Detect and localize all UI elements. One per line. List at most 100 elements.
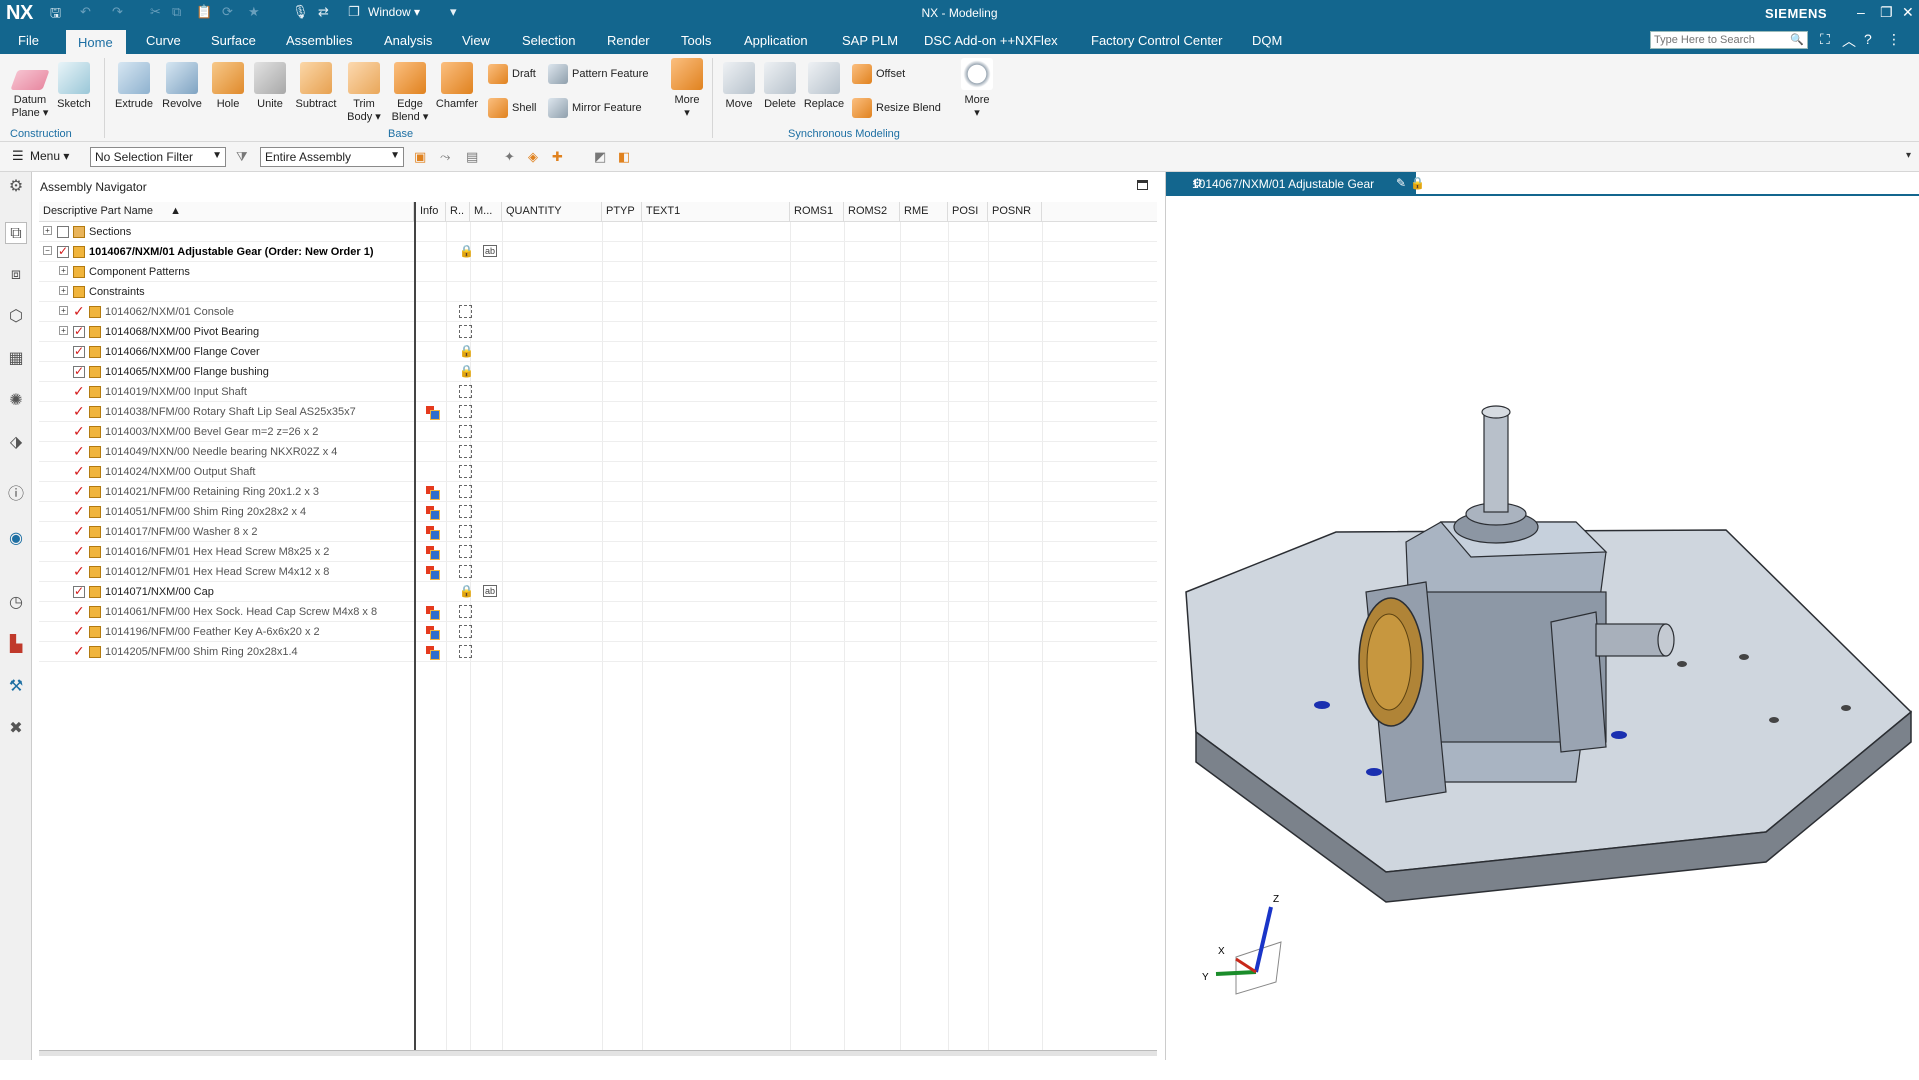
assembly-filter-icon[interactable]: ◈ [528,149,538,165]
table-row[interactable]: − 1014067/NXM/01 Adjustable Gear (Order: … [39,242,1157,262]
visibility-check-icon[interactable]: ✓ [73,563,85,580]
tab-file[interactable]: File [18,33,39,48]
gear-model[interactable]: Z X Y [1166,172,1919,1060]
sync-more-button[interactable]: More ▾ [958,58,996,119]
selection-scope-dropdown[interactable]: Entire Assembly ▼ [260,147,404,167]
info-status-icon[interactable] [426,406,440,420]
column-header[interactable]: RME [900,202,948,222]
tab-curve[interactable]: Curve [146,33,181,48]
hd3d-tools-icon[interactable]: ✺ [5,390,27,412]
hamburger-menu-icon[interactable]: ☰ [12,148,24,164]
visibility-check-icon[interactable]: ✓ [73,543,85,560]
tab-analysis[interactable]: Analysis [384,33,432,48]
column-header[interactable]: POSI [948,202,988,222]
tab-factory-control-center[interactable]: Factory Control Center [1091,33,1223,48]
tab-dsc-addon[interactable]: DSC Add-on ++NXFlex [924,33,1058,48]
tab-tools[interactable]: Tools [681,33,711,48]
column-header[interactable]: TEXT1 [642,202,790,222]
close-icon[interactable]: ✕ [1902,4,1914,21]
table-row[interactable]: + Component Patterns [39,262,1157,282]
visibility-check-icon[interactable]: ✓ [73,383,85,400]
table-row[interactable]: ✓ 1014061/NFM/00 Hex Sock. Head Cap Screw… [39,602,1157,622]
more-options-icon[interactable]: ⋮ [1887,31,1901,48]
table-row[interactable]: ✓ 1014021/NFM/00 Retaining Ring 20x1.2 x … [39,482,1157,502]
visibility-check-icon[interactable]: ✓ [73,303,85,320]
column-header[interactable]: ROMS2 [844,202,900,222]
visibility-check-icon[interactable]: ✓ [73,523,85,540]
table-row[interactable]: ✓ 1014049/NXN/00 Needle bearing NKXR02Z x… [39,442,1157,462]
menu-button[interactable]: Menu ▾ [30,149,69,163]
subtract-button[interactable]: Subtract [292,62,340,110]
pattern-feature-button[interactable]: Pattern Feature [548,64,648,84]
replace-button[interactable]: Replace [802,62,846,110]
assembly-navigator-icon[interactable]: ⧉ [5,222,27,244]
info-status-icon[interactable] [426,626,440,640]
offset-button[interactable]: Offset [852,64,905,84]
info-status-icon[interactable] [426,566,440,580]
column-header[interactable]: R.. [446,202,470,222]
table-row[interactable]: ✓ 1014024/NXM/00 Output Shaft [39,462,1157,482]
hole-button[interactable]: Hole [208,62,248,110]
view-body-icon[interactable]: ◩ [594,149,606,165]
table-row[interactable]: + Sections [39,222,1157,242]
edge-blend-button[interactable]: Edge Blend ▾ [388,62,432,123]
collapse-ribbon-icon[interactable]: ︿ [1842,31,1856,51]
table-row[interactable]: ✓ 1014051/NFM/00 Shim Ring 20x28x2 x 4 [39,502,1157,522]
tools-icon[interactable]: ✖ [5,718,27,740]
table-row[interactable]: ✓ 1014038/NFM/00 Rotary Shaft Lip Seal AS… [39,402,1157,422]
table-row[interactable]: ✓ 1014003/NXM/00 Bevel Gear m=2 z=26 x 2 [39,422,1157,442]
tab-application[interactable]: Application [744,33,808,48]
expand-toggle-icon[interactable]: + [59,286,68,295]
column-header[interactable]: PTYP [602,202,642,222]
info-status-icon[interactable] [426,526,440,540]
roles-icon[interactable]: ▙ [5,634,27,656]
table-row[interactable]: +1014068/NXM/00 Pivot Bearing [39,322,1157,342]
fullscreen-icon[interactable]: ⛶ [1820,31,1830,48]
settings-gear-icon[interactable]: ⚙ [5,176,27,198]
column-header[interactable]: M... [470,202,502,222]
clock-icon[interactable]: ◷ [5,592,27,614]
visibility-check-icon[interactable]: ✓ [73,443,85,460]
tab-selection[interactable]: Selection [522,33,575,48]
web-browser-icon[interactable]: ⬗ [5,432,27,454]
table-row[interactable]: + ✓ 1014062/NXM/01 Console [39,302,1157,322]
expand-toggle-icon[interactable]: + [59,306,68,315]
filter-icon[interactable]: ⧩ [236,149,248,165]
restore-icon[interactable]: ❐ [1880,4,1893,21]
move-button[interactable]: Move [720,62,758,110]
delete-button[interactable]: Delete [760,62,800,110]
curve-rule-icon[interactable]: ⤳ [440,149,450,165]
expand-toggle-icon[interactable]: + [59,266,68,275]
unite-button[interactable]: Unite [250,62,290,110]
table-row[interactable]: ✓ 1014019/NXM/00 Input Shaft [39,382,1157,402]
shell-button[interactable]: Shell [488,98,536,118]
visibility-check-icon[interactable]: ✓ [73,503,85,520]
visibility-checkbox[interactable] [57,226,69,238]
trim-body-button[interactable]: Trim Body ▾ [344,62,384,123]
table-row[interactable]: 1014071/NXM/00 Cap 🔒 ab [39,582,1157,602]
mirror-feature-button[interactable]: Mirror Feature [548,98,642,118]
info-status-icon[interactable] [426,486,440,500]
visibility-checkbox[interactable] [57,244,69,258]
expand-toggle-icon[interactable]: − [43,246,52,255]
history-icon[interactable]: ⓘ [5,484,27,506]
selection-list-icon[interactable]: ▤ [466,149,478,165]
tab-sap-plm[interactable]: SAP PLM [842,33,898,48]
table-row[interactable]: 1014065/NXM/00 Flange bushing 🔒 [39,362,1157,382]
visibility-check-icon[interactable]: ✓ [73,623,85,640]
part-navigator-icon[interactable]: ⬡ [5,306,27,328]
tab-assemblies[interactable]: Assemblies [286,33,352,48]
column-header[interactable]: Info [416,202,446,222]
add-component-icon[interactable]: ✚ [552,149,563,165]
visibility-check-icon[interactable]: ✓ [73,603,85,620]
tab-dqm[interactable]: DQM [1252,33,1282,48]
tab-view[interactable]: View [462,33,490,48]
globe-icon[interactable]: ◉ [5,528,27,550]
selection-filter-dropdown[interactable]: No Selection Filter ▼ [90,147,226,167]
visibility-check-icon[interactable]: ✓ [73,483,85,500]
chamfer-button[interactable]: Chamfer [434,62,480,110]
reuse-library-icon[interactable]: ▦ [5,348,27,370]
visibility-check-icon[interactable]: ✓ [73,423,85,440]
extrude-button[interactable]: Extrude [112,62,156,110]
visibility-check-icon[interactable]: ✓ [73,403,85,420]
